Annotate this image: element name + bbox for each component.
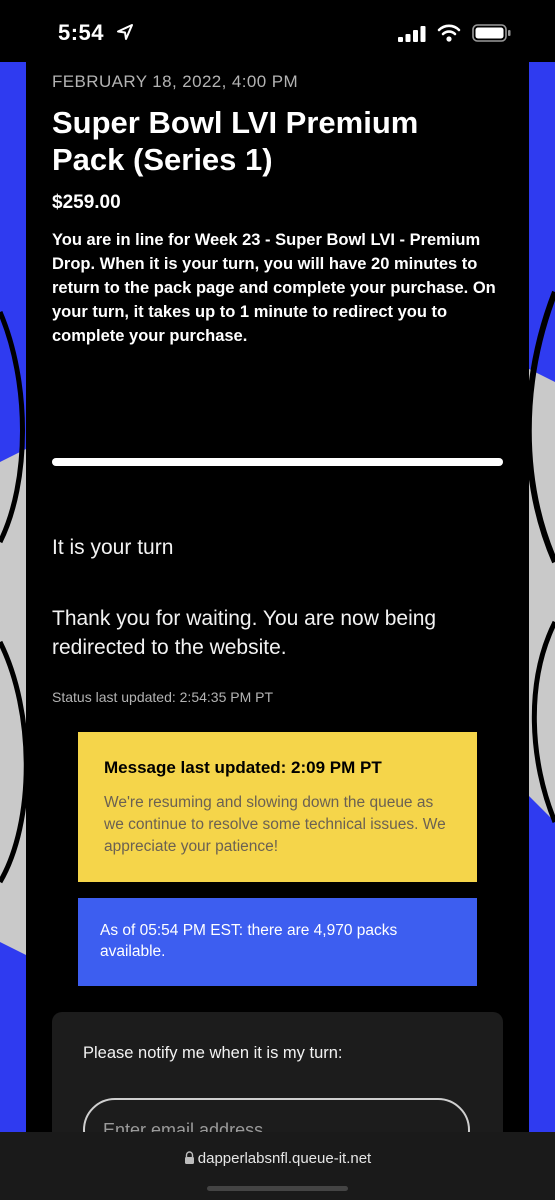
lock-icon: [184, 1151, 194, 1164]
battery-icon: [472, 24, 511, 42]
wifi-icon: [437, 24, 461, 42]
email-field[interactable]: [83, 1098, 470, 1132]
cellular-signal-icon: [398, 26, 426, 42]
page-title: Super Bowl LVI Premium Pack (Series 1): [52, 105, 419, 177]
message-heading: Message last updated: 2:09 PM PT: [104, 758, 382, 777]
status-time: 5:54: [58, 20, 105, 45]
message-box: Message last updated: 2:09 PM PT We're r…: [78, 732, 477, 882]
queue-progress-fill: [52, 458, 503, 466]
queue-description: You are in line for Week 23 - Super Bowl…: [52, 231, 496, 345]
drop-date: FEBRUARY 18, 2022, 4:00 PM: [52, 72, 299, 91]
status-last-updated: Status last updated: 2:54:35 PM PT: [52, 689, 274, 705]
message-body: We're resuming and slowing down the queu…: [104, 794, 446, 855]
pack-price: $259.00: [52, 192, 121, 213]
redirect-message: Thank you for waiting. You are now being…: [52, 607, 437, 659]
location-arrow-icon: [117, 24, 133, 40]
availability-box: As of 05:54 PM EST: there are 4,970 pack…: [78, 898, 477, 986]
turn-status: It is your turn: [52, 536, 174, 559]
status-bar: 5:54: [0, 0, 555, 62]
queue-panel: FEBRUARY 18, 2022, 4:00 PM Super Bowl LV…: [26, 62, 529, 1132]
queue-progress-bar: [52, 458, 503, 466]
url-display[interactable]: dapperlabsnfl.queue-it.net: [0, 1150, 555, 1167]
availability-text: As of 05:54 PM EST: there are 4,970 pack…: [100, 922, 398, 960]
notify-label: Please notify me when it is my turn:: [83, 1044, 343, 1062]
notify-card: Please notify me when it is my turn:: [52, 1012, 503, 1132]
home-indicator: [207, 1186, 348, 1191]
url-text: dapperlabsnfl.queue-it.net: [197, 1150, 372, 1167]
